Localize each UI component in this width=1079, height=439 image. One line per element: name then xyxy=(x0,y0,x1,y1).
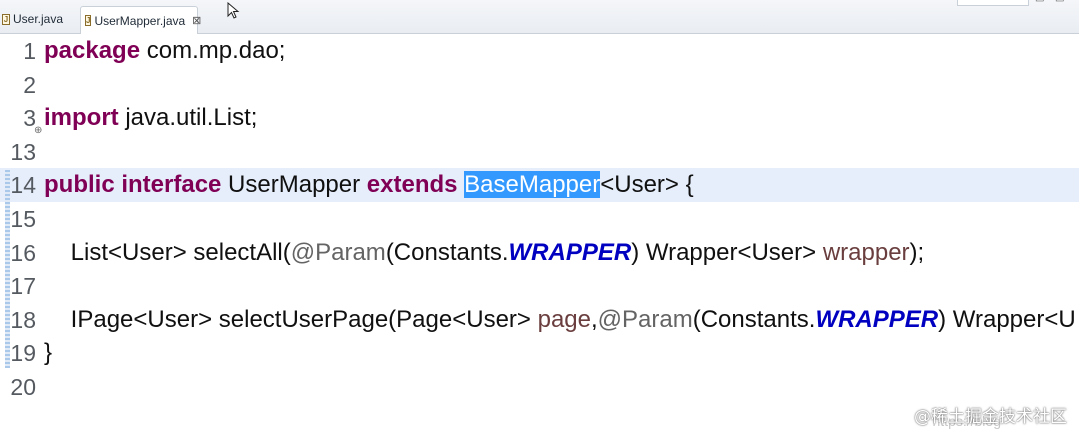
code-token: , xyxy=(590,305,598,333)
code-token: } xyxy=(44,339,53,367)
code-text: public interface UserMapper extends Base… xyxy=(44,168,694,202)
code-text: IPage<User> selectUserPage(Page<User> pa… xyxy=(44,303,1076,337)
change-marker xyxy=(5,170,10,368)
java-file-icon: J xyxy=(85,15,92,26)
code-token: ); xyxy=(909,238,925,266)
toolbar-icon[interactable]: ▭ xyxy=(1055,0,1069,5)
code-line-19[interactable]: 19} xyxy=(0,336,1079,370)
code-token: List<User> selectAll( xyxy=(44,238,291,266)
code-text: import java.util.List; xyxy=(44,101,257,135)
watermark: @稀土掘金技术社区 xyxy=(914,407,1067,427)
line-number: 20 xyxy=(10,374,36,400)
code-token: wrapper xyxy=(822,238,910,266)
toolbar-icon[interactable]: ▭ xyxy=(1035,0,1049,5)
code-token: WRAPPER xyxy=(508,238,632,266)
line-number: 2 xyxy=(23,71,36,98)
code-token: @Param xyxy=(290,238,386,266)
code-line-1[interactable]: 1 package com.mp.dao; xyxy=(0,34,1079,68)
code-editor[interactable]: 1 package com.mp.dao; 2 3 ⊕ import java.util.… xyxy=(0,34,1079,439)
close-icon[interactable]: ⊠ xyxy=(192,14,201,27)
code-token: public xyxy=(44,171,115,199)
line-number: 1 xyxy=(23,38,36,64)
editor-tab-bar: J User.java J UserMapper.java ⊠ ▭ ▭ xyxy=(0,0,1079,34)
code-text: package com.mp.dao; xyxy=(44,34,285,68)
code-text: List<User> selectAll(@Param(Constants.WR… xyxy=(44,236,925,270)
code-token: IPage<User> selectUserPage(Page<User> xyxy=(44,305,538,333)
java-file-icon: J xyxy=(2,13,10,25)
mouse-cursor-icon xyxy=(227,2,240,19)
code-token: @Param xyxy=(597,305,693,333)
code-line-3[interactable]: 3 ⊕ import java.util.List; xyxy=(0,101,1079,136)
code-token: interface xyxy=(121,171,222,199)
tab-usermapper-java[interactable]: J UserMapper.java ⊠ xyxy=(80,6,201,34)
tab-label: UserMapper.java xyxy=(94,13,186,28)
code-token: package xyxy=(44,37,141,64)
code-token: import xyxy=(44,104,119,132)
code-token: UserMapper xyxy=(221,171,367,199)
line-number: 13 xyxy=(10,138,36,165)
code-token: java.util.List; xyxy=(118,104,258,132)
code-line-17[interactable]: 17 xyxy=(0,269,1079,303)
code-token: com.mp.dao; xyxy=(140,37,286,64)
code-token: ) Wrapper<User> xyxy=(631,238,823,266)
code-token: WRAPPER xyxy=(815,305,939,333)
code-text: } xyxy=(44,336,52,370)
selected-text: BaseMapper xyxy=(464,171,601,199)
code-token: extends xyxy=(366,171,458,199)
tab-user-java[interactable]: J User.java xyxy=(0,6,76,32)
code-line-2[interactable]: 2 xyxy=(0,68,1079,102)
code-token: (Constants. xyxy=(385,238,509,266)
search-input[interactable] xyxy=(957,0,1029,6)
code-line-20[interactable]: 20 xyxy=(0,370,1079,404)
code-token: <User> { xyxy=(600,171,694,199)
code-line-13[interactable]: 13 xyxy=(0,135,1079,169)
code-token: page xyxy=(537,305,591,333)
tab-label: User.java xyxy=(13,12,64,26)
code-token: (Constants. xyxy=(692,305,816,333)
line-number: 3 xyxy=(23,105,36,132)
code-token: ) Wrapper<U xyxy=(938,305,1076,333)
code-line-18[interactable]: 18 IPage<User> selectUserPage(Page<User>… xyxy=(0,303,1079,337)
code-line-16[interactable]: 16 List<User> selectAll(@Param(Constants… xyxy=(0,236,1079,270)
code-line-14[interactable]: 14 public interface UserMapper extends Ba… xyxy=(0,168,1079,203)
code-line-15[interactable]: 15 xyxy=(0,202,1079,236)
